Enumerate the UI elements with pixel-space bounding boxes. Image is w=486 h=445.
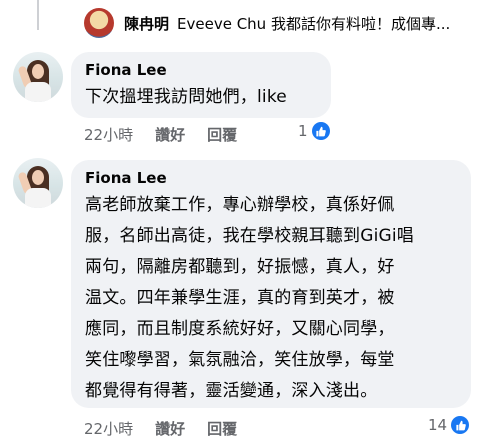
reaction-count[interactable]: 1 xyxy=(298,122,330,140)
comment-timestamp[interactable]: 22小時 xyxy=(84,124,133,145)
comment-text-line: 服，名師出高徒，我在學校親耳聽到GiGi唱 xyxy=(85,226,414,246)
reply-button[interactable]: 回覆 xyxy=(207,124,237,145)
comment-text-line: 温文。四年兼學生涯，真的育到英才，被 xyxy=(85,288,395,308)
comment-text-line: 應同，而且制度系統好好，又關心同學， xyxy=(85,319,395,339)
reaction-number: 1 xyxy=(298,122,308,140)
avatar[interactable] xyxy=(13,52,63,102)
avatar[interactable] xyxy=(13,158,63,208)
comment-text-line: 兩句，隔離房都聽到，好振憾，真人，好 xyxy=(85,257,395,277)
like-button[interactable]: 讚好 xyxy=(155,418,185,439)
comment-author[interactable]: Fiona Lee xyxy=(85,60,317,80)
comment-bubble: Fiona Lee 高老師放棄工作，專心辦學校，真係好佩 服，名師出高徒，我在學… xyxy=(71,160,471,408)
comment-text-line: 笑住嚟學習，氣氛融洽，笑住放學，每堂 xyxy=(85,350,395,370)
comment-text-line: 都覺得有得著，靈活變通，深入淺出。 xyxy=(85,381,378,401)
reaction-number: 14 xyxy=(428,416,448,434)
avatar[interactable] xyxy=(84,8,114,38)
like-button[interactable]: 讚好 xyxy=(155,124,185,145)
reply-author-name[interactable]: 陳冉明 xyxy=(124,13,169,34)
comment-author[interactable]: Fiona Lee xyxy=(85,168,457,188)
like-thumb-icon xyxy=(311,122,330,140)
comment-text-line: 高老師放棄工作，專心辦學校，真係好佩 xyxy=(85,195,395,215)
reply-preview[interactable]: 陳冉明 Eveeve Chu 我都話你有料啦！成個專... xyxy=(84,6,484,40)
reply-button[interactable]: 回覆 xyxy=(207,418,237,439)
comment-actions: 22小時 讚好 回覆 xyxy=(84,124,237,145)
comment-actions: 22小時 讚好 回覆 xyxy=(84,418,237,439)
comment-text: 下次搵埋我訪問她們，like xyxy=(85,87,287,107)
comment-timestamp[interactable]: 22小時 xyxy=(84,418,133,439)
comment-bubble: Fiona Lee 下次搵埋我訪問她們，like xyxy=(71,52,331,118)
thread-line xyxy=(37,0,39,30)
like-thumb-icon xyxy=(451,416,470,434)
reaction-count[interactable]: 14 xyxy=(428,416,470,434)
comment-text: 高老師放棄工作，專心辦學校，真係好佩 服，名師出高徒，我在學校親耳聽到GiGi唱… xyxy=(85,190,457,407)
reply-preview-text: Eveeve Chu 我都話你有料啦！成個專... xyxy=(177,14,451,33)
